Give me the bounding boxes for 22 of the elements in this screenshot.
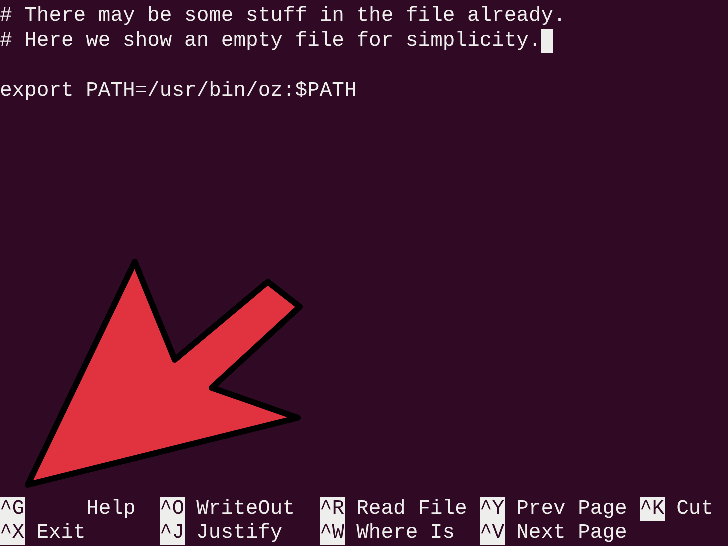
shortcut-label: Exit — [36, 521, 86, 545]
shortcut-label: Help — [86, 497, 136, 521]
shortcut-label: Where Is — [356, 521, 456, 545]
shortcut-key: ^X — [0, 521, 25, 545]
shortcut-key: ^G — [0, 497, 25, 521]
code-line: # There may be some stuff in the file already. — [0, 4, 566, 29]
shortcut-label: Read File — [356, 497, 468, 521]
shortcut-key: ^V — [480, 521, 505, 545]
code-line: # Here we show an empty file for simplicity. — [0, 29, 542, 54]
shortcut-key: ^W — [320, 521, 345, 545]
shortcut-key: ^K — [640, 497, 665, 521]
shortcut-label: Justify — [196, 521, 283, 545]
text-cursor — [541, 29, 554, 53]
shortcut-key: ^Y — [480, 497, 505, 521]
shortcut-label: Prev Page — [516, 497, 628, 521]
shortcut-key: ^R — [320, 497, 345, 521]
shortcut-key: ^O — [160, 497, 185, 521]
shortcut-label: Next Page — [516, 521, 628, 545]
shortcut-label: WriteOut — [196, 497, 296, 521]
code-line: export PATH=/usr/bin/oz:$PATH — [0, 79, 357, 104]
shortcut-label: Cut — [676, 497, 714, 521]
shortcut-key: ^J — [160, 521, 185, 545]
